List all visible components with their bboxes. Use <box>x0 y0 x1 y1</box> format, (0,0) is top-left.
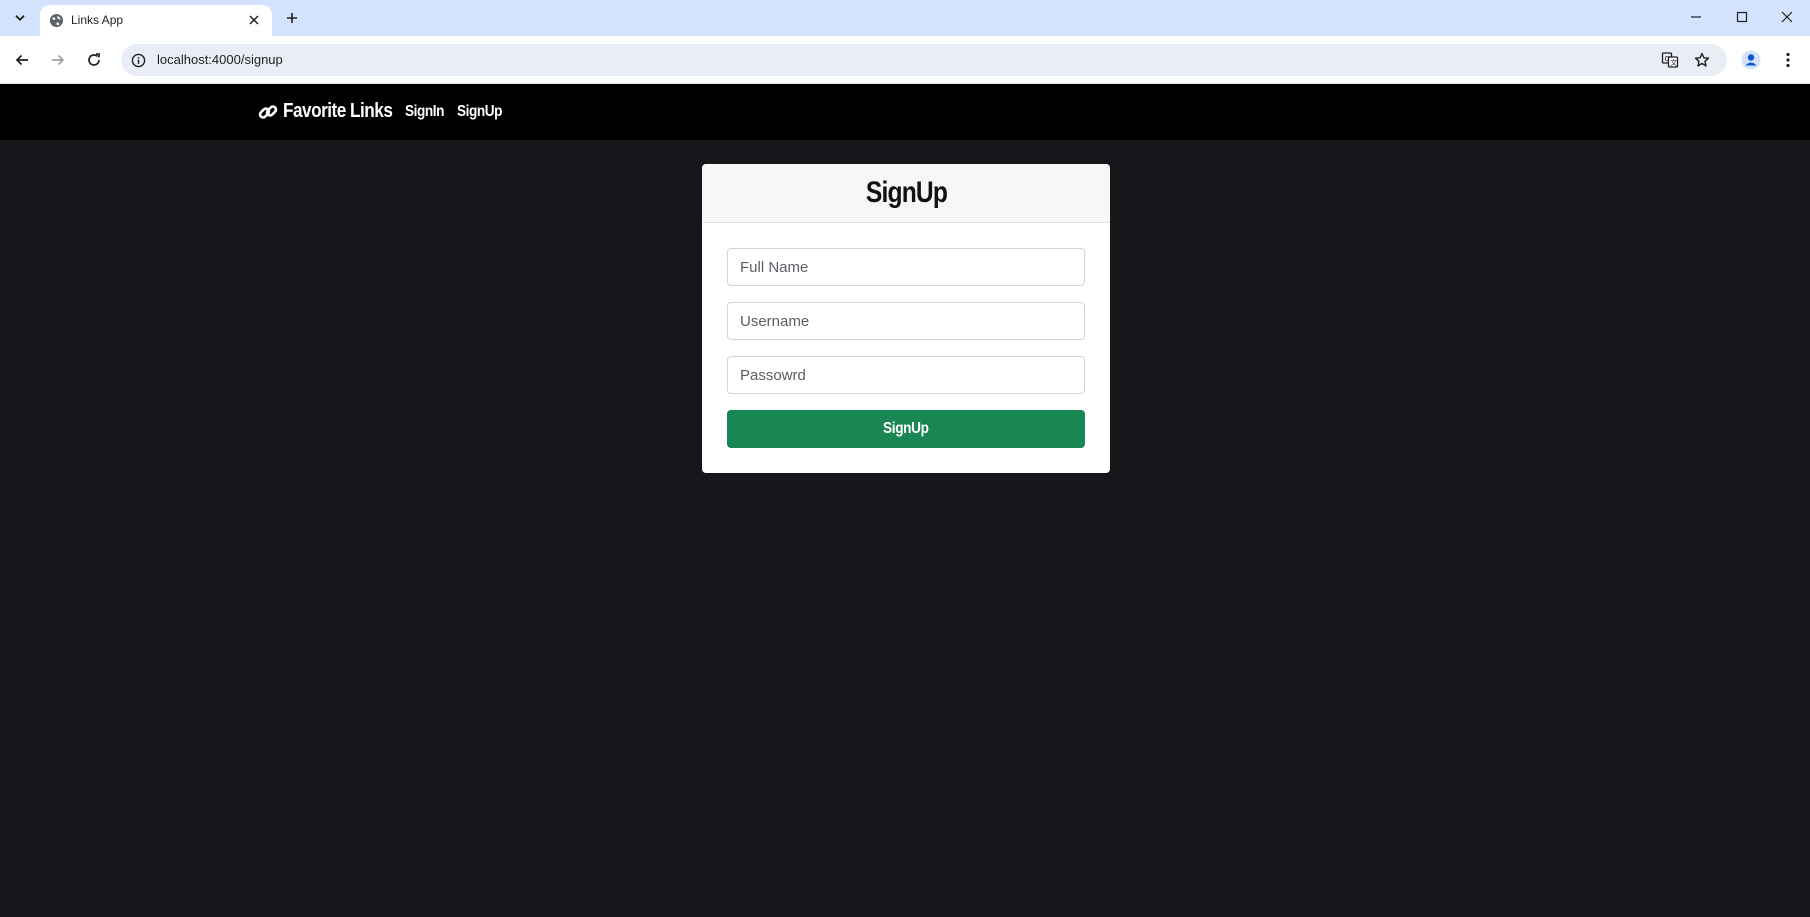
plus-icon <box>287 13 297 23</box>
arrow-left-icon <box>15 54 28 66</box>
back-button[interactable] <box>8 46 36 74</box>
minimize-button[interactable] <box>1673 0 1719 34</box>
reload-icon <box>88 52 101 66</box>
brand-label: Favorite Links <box>283 100 393 122</box>
browser-menu-button[interactable] <box>1774 46 1802 74</box>
maximize-icon <box>1736 11 1748 23</box>
username-input[interactable] <box>727 302 1085 340</box>
close-window-button[interactable] <box>1764 0 1810 34</box>
kebab-menu-icon <box>1786 52 1790 68</box>
new-tab-button[interactable] <box>280 6 304 30</box>
maximize-button[interactable] <box>1719 0 1765 34</box>
tab-close-button[interactable] <box>244 10 264 30</box>
signup-submit-label: SignUp <box>883 420 929 437</box>
tab-list-button[interactable] <box>7 6 33 30</box>
tab-title: Links App <box>71 13 124 27</box>
profile-icon <box>1741 50 1761 70</box>
profile-button[interactable] <box>1737 46 1765 74</box>
globe-icon <box>48 12 64 28</box>
browser-tab-strip: Links App <box>0 0 1810 36</box>
forward-button[interactable] <box>44 46 72 74</box>
browser-tab[interactable]: Links App <box>40 5 272 36</box>
close-icon <box>249 15 259 25</box>
fullname-input[interactable] <box>727 248 1085 286</box>
signup-submit-button[interactable]: SignUp <box>727 410 1085 448</box>
brand-link[interactable]: Favorite Links <box>257 100 410 123</box>
address-bar[interactable]: localhost:4000/signup G文 <box>121 44 1727 76</box>
star-icon[interactable] <box>1689 47 1715 73</box>
info-icon[interactable] <box>128 50 148 70</box>
browser-toolbar: localhost:4000/signup G文 <box>0 36 1810 84</box>
card-title: SignUp <box>865 176 947 209</box>
minimize-icon <box>1691 16 1701 18</box>
url-text: localhost:4000/signup <box>157 52 283 67</box>
link-icon <box>257 101 279 123</box>
nav-link-signup[interactable]: SignUp <box>457 103 502 121</box>
chevron-down-icon <box>15 15 25 21</box>
translate-icon[interactable]: G文 <box>1657 47 1683 73</box>
signup-card: SignUp SignUp <box>702 164 1110 473</box>
password-input[interactable] <box>727 356 1085 394</box>
reload-button[interactable] <box>80 46 108 74</box>
arrow-right-icon <box>52 54 65 66</box>
nav-link-signin[interactable]: SignIn <box>405 103 444 121</box>
close-icon <box>1781 11 1793 23</box>
card-header: SignUp <box>702 164 1110 223</box>
app-navbar: Favorite Links SignIn SignUp <box>0 84 1810 140</box>
svg-text:文: 文 <box>1670 58 1677 67</box>
